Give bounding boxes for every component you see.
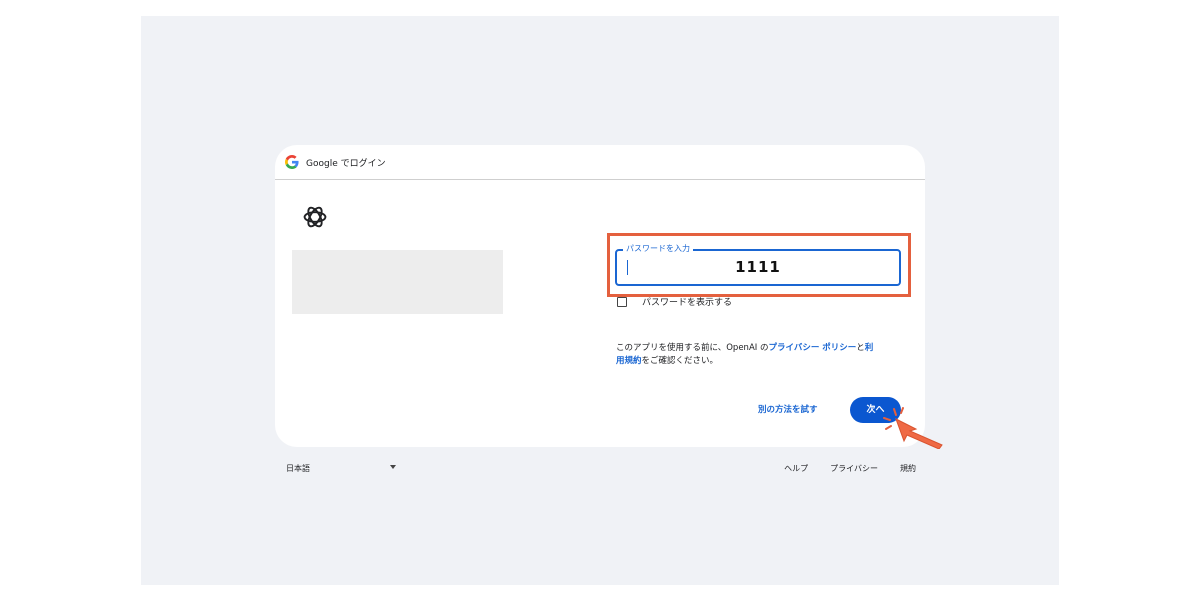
privacy-policy-link[interactable]: プライバシー ポリシー <box>768 343 856 353</box>
privacy-prefix: このアプリを使用する前に、OpenAI の <box>616 343 769 353</box>
google-g-icon <box>285 155 299 169</box>
footer-links: ヘルプ プライバシー 規約 <box>762 463 916 474</box>
dropdown-caret-icon[interactable] <box>390 465 396 469</box>
account-info-placeholder <box>292 250 503 314</box>
dialog-header: Google でログイン <box>275 145 925 180</box>
dialog-title: Google でログイン <box>306 158 386 169</box>
terms-link-part2[interactable]: 用規約 <box>616 356 642 366</box>
terms-link[interactable]: 規約 <box>900 463 916 474</box>
try-another-way-button[interactable]: 別の方法を試す <box>758 403 818 415</box>
annotation-highlight-box <box>607 233 911 297</box>
show-password-label: パスワードを表示する <box>642 298 733 308</box>
sign-in-dialog: Google でログイン パスワードを入力 1111 パスワードを表示する この… <box>275 145 943 449</box>
show-password-row[interactable]: パスワードを表示する <box>617 295 732 308</box>
openai-logo-icon <box>303 206 327 228</box>
privacy-notice: このアプリを使用する前に、OpenAI のプライバシー ポリシーと利用規約をご確… <box>616 342 916 368</box>
privacy-link[interactable]: プライバシー <box>830 463 878 474</box>
help-link[interactable]: ヘルプ <box>784 463 808 474</box>
terms-link-part1[interactable]: 利 <box>865 343 874 353</box>
privacy-mid: と <box>856 343 865 353</box>
checkbox-icon[interactable] <box>617 296 627 307</box>
privacy-suffix: をご確認ください。 <box>641 356 719 366</box>
language-selector[interactable]: 日本語 <box>286 463 310 474</box>
footer: 日本語 ヘルプ プライバシー 規約 <box>286 463 916 477</box>
pointer-hand-icon <box>883 407 943 449</box>
